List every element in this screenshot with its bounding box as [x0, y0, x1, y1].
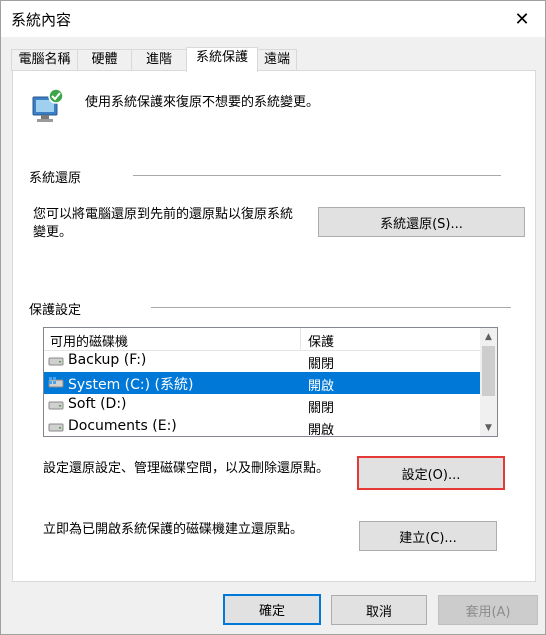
drive-row-soft[interactable]: Soft (D:) 關閉: [44, 394, 480, 416]
system-protection-panel: 使用系統保護來復原不想要的系統變更。 系統還原 您可以將電腦還原到先前的還原點以…: [12, 70, 536, 582]
drive-list-scrollbar[interactable]: ▲ ▼: [480, 328, 497, 436]
create-button[interactable]: 建立(C)...: [359, 521, 497, 551]
drive-row-backup[interactable]: Backup (F:) 關閉: [44, 350, 480, 372]
restore-description-line1: 您可以將電腦還原到先前的還原點以復原系統: [33, 207, 294, 222]
system-properties-window: 系統內容 ✕ 電腦名稱 硬體 進階 系統保護 遠端 使用系統保護來復原不想要的系…: [0, 0, 546, 635]
tab-computer-name[interactable]: 電腦名稱: [11, 49, 78, 71]
column-separator[interactable]: [300, 328, 301, 350]
apply-button[interactable]: 套用(A): [438, 595, 538, 625]
header-description: 使用系統保護來復原不想要的系統變更。: [85, 95, 320, 110]
configure-button[interactable]: 設定(O)...: [357, 456, 505, 490]
configure-description: 設定還原設定、管理磁碟空間，以及刪除還原點。: [43, 461, 330, 476]
column-header-drives[interactable]: 可用的磁碟機: [50, 331, 128, 350]
cancel-button[interactable]: 取消: [331, 595, 427, 625]
system-restore-button[interactable]: 系統還原(S)...: [318, 207, 525, 237]
drive-row-documents[interactable]: Documents (E:) 開啟: [44, 416, 480, 437]
drive-name: Soft (D:): [68, 396, 127, 412]
drive-status: 開啟: [308, 423, 335, 437]
drive-status: 開啟: [308, 379, 335, 394]
restore-description-line2: 變更。: [33, 225, 73, 240]
tab-hardware[interactable]: 硬體: [77, 49, 132, 71]
protection-group-label: 保護設定: [29, 303, 82, 318]
close-button[interactable]: ✕: [499, 1, 545, 37]
create-description: 立即為已開啟系統保護的磁碟機建立還原點。: [43, 522, 304, 537]
scroll-down-icon[interactable]: ▼: [480, 419, 497, 436]
restore-group-label: 系統還原: [29, 171, 82, 186]
drive-row-system[interactable]: System (C:) (系統) 開啟: [44, 372, 480, 394]
tab-system-protection[interactable]: 系統保護: [186, 47, 258, 72]
drive-name: System (C:) (系統): [68, 377, 194, 393]
drive-list[interactable]: 可用的磁碟機 保護 Backup (F:) 關閉 System (C:) (系統…: [43, 327, 498, 437]
scroll-thumb[interactable]: [482, 346, 495, 396]
drive-icon: [48, 421, 64, 433]
drive-status: 關閉: [308, 401, 335, 416]
restore-group-divider: [133, 175, 501, 176]
ok-button[interactable]: 確定: [223, 594, 321, 625]
tab-advanced[interactable]: 進階: [131, 49, 187, 71]
drive-name: Documents (E:): [68, 418, 177, 434]
title-bar: 系統內容 ✕: [1, 1, 545, 37]
scroll-up-icon[interactable]: ▲: [480, 328, 497, 345]
drive-name: Backup (F:): [68, 352, 147, 368]
windows-drive-icon: [48, 377, 64, 389]
drive-list-header: 可用的磁碟機 保護: [44, 328, 480, 351]
column-header-protection[interactable]: 保護: [308, 331, 334, 350]
system-protection-icon: [29, 87, 69, 127]
drive-icon: [48, 399, 64, 411]
protection-group-divider: [151, 307, 511, 308]
tab-remote[interactable]: 遠端: [257, 49, 297, 71]
drive-icon: [48, 355, 64, 367]
drive-status: 關閉: [308, 357, 335, 372]
window-title: 系統內容: [11, 11, 72, 29]
